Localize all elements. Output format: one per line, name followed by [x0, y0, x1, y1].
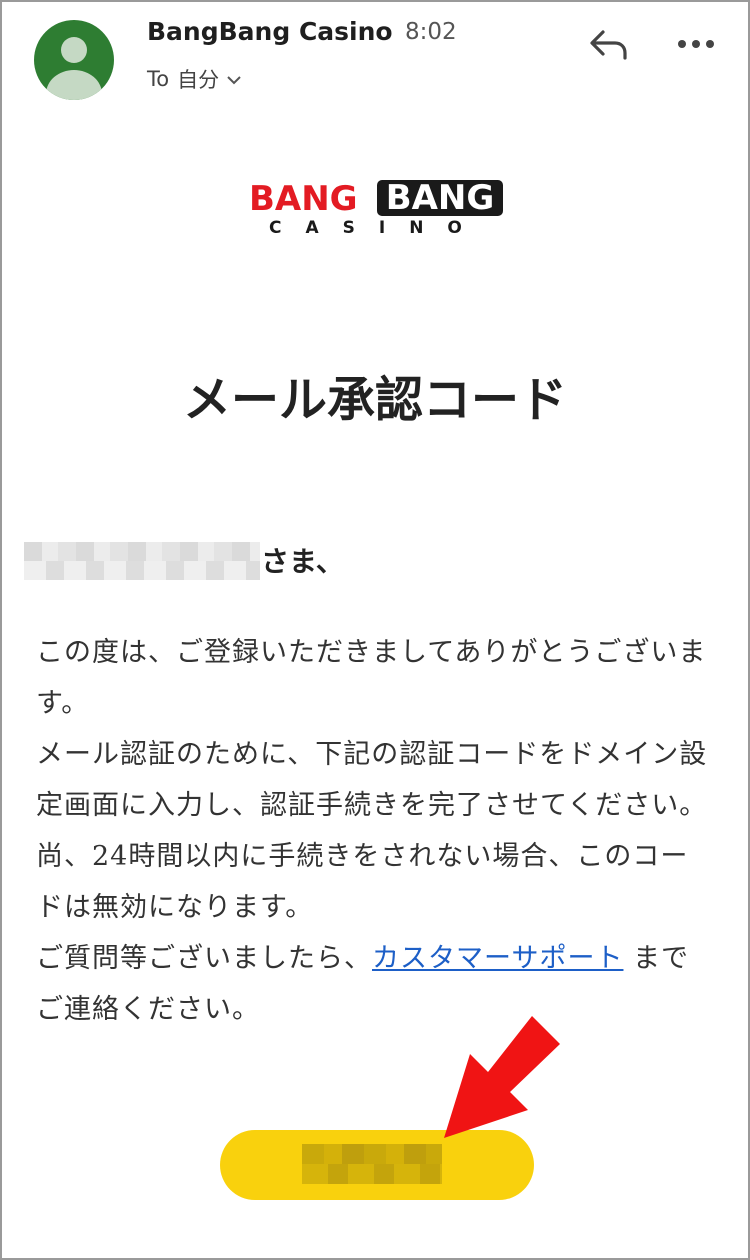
more-options-button[interactable] — [674, 24, 718, 64]
salutation: さま、 — [261, 545, 344, 578]
redacted-name — [24, 542, 260, 580]
more-horizontal-icon — [678, 40, 714, 48]
logo-word-red: BANG — [249, 179, 358, 219]
support-paragraph: ご質問等ございましたら、カスタマーサポート までご連絡ください。 — [36, 933, 716, 1035]
reply-icon — [590, 30, 627, 60]
bangbang-casino-logo: BANG BANG CASINO — [249, 180, 509, 240]
sender-name[interactable]: BangBang Casino — [147, 17, 393, 46]
recipient-details-toggle[interactable]: To 自分 — [147, 64, 241, 94]
recipient-prefix: To — [147, 67, 170, 91]
logo-word-black: BANG — [377, 180, 503, 216]
chevron-down-icon — [227, 70, 241, 89]
red-arrow-annotation — [444, 1016, 560, 1138]
reply-button[interactable] — [587, 24, 631, 64]
support-prefix: ご質問等ございましたら、 — [36, 943, 372, 974]
avatar-body-shape — [46, 70, 102, 100]
email-time: 8:02 — [405, 19, 457, 45]
recipient-name: 自分 — [177, 68, 220, 92]
body-paragraph: メール認証のために、下記の認証コードをドメイン設定画面に入力し、認証手続きを完了… — [36, 739, 708, 821]
email-title: メール承認コード — [182, 372, 567, 428]
redacted-code — [302, 1144, 442, 1184]
body-paragraph: この度は、ご登録いただきましてありがとうございます。 — [36, 637, 707, 719]
email-body: この度は、ご登録いただきましてありがとうございます。 メール認証のために、下記の… — [36, 627, 716, 1035]
customer-support-link[interactable]: カスタマーサポート — [372, 943, 623, 974]
sender-avatar[interactable] — [34, 20, 114, 100]
logo-subtitle: CASINO — [269, 218, 486, 238]
body-paragraph: 尚、24時間以内に手続きをされない場合、このコードは無効になります。 — [36, 841, 689, 923]
avatar-head-shape — [61, 37, 87, 63]
email-view: BangBang Casino 8:02 To 自分 BANG BANG CAS… — [0, 0, 750, 1260]
